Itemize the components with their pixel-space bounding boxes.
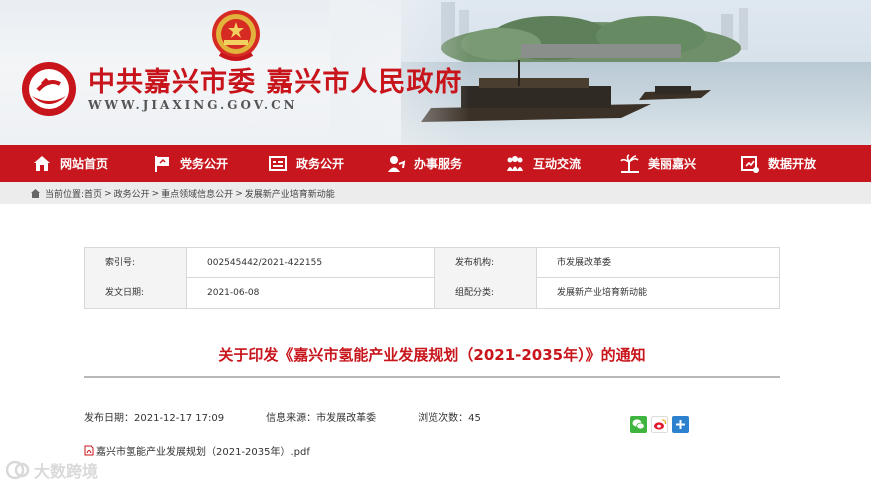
- index-label: 索引号:: [85, 248, 187, 278]
- nav-item-home[interactable]: 网站首页: [32, 145, 108, 182]
- attachment-link[interactable]: 嘉兴市氢能产业发展规划（2021-2035年）.pdf: [84, 443, 310, 458]
- document-info-table: 索引号: 002545442/2021-422155 发布机构: 市发展改革委 …: [84, 247, 780, 309]
- publisher-label: 发布机构:: [435, 248, 537, 278]
- views-label: 浏览次数：: [418, 413, 469, 424]
- publisher-value: 市发展改革委: [557, 258, 612, 268]
- category-label: 组配分类:: [435, 278, 537, 308]
- gov-open-icon: [269, 155, 287, 171]
- breadcrumb-link-home[interactable]: 首页: [84, 187, 102, 200]
- wechat-icon: [632, 419, 645, 430]
- share-buttons: [630, 416, 689, 433]
- nav-item-scenery[interactable]: 美丽嘉兴: [620, 145, 696, 182]
- interaction-icon: [507, 155, 523, 171]
- nav-item-label: 网站首页: [60, 157, 109, 171]
- more-share-icon: [676, 420, 685, 429]
- site-title: 中共嘉兴市委 嘉兴市人民政府: [88, 67, 463, 98]
- source-group: 信息来源：市发展改革委: [266, 409, 376, 424]
- share-weibo-button[interactable]: [651, 416, 668, 433]
- breadcrumb: 当前位置: 首页 > 政务公开 > 重点领域信息公开 > 发展新产业培育新动能: [30, 187, 335, 200]
- article-meta: 发布日期：2021-12-17 17:09 信息来源：市发展改革委 浏览次数：4…: [84, 409, 523, 424]
- date-label: 发文日期:: [85, 278, 187, 308]
- nav-item-label: 美丽嘉兴: [648, 157, 697, 171]
- watermark: 大数跨境: [6, 458, 98, 482]
- publish-date-label: 发布日期：: [84, 413, 134, 424]
- nav-item-party-affairs[interactable]: 党务公开: [152, 145, 228, 182]
- breadcrumb-separator: >: [104, 188, 112, 199]
- site-banner: 中共嘉兴市委 嘉兴市人民政府 WWW.JIAXING.GOV.CN: [0, 0, 871, 145]
- pdf-icon: [84, 445, 94, 456]
- views-group: 浏览次数：45: [418, 409, 481, 424]
- info-row: 索引号: 002545442/2021-422155 发布机构: 市发展改革委: [85, 248, 779, 278]
- breadcrumb-prefix: 当前位置:: [45, 190, 85, 200]
- weibo-icon: [653, 419, 666, 430]
- scenery-icon: [620, 153, 639, 173]
- main-nav: 网站首页 党务公开 政务公开 办事服务 互动交流 美丽嘉兴 数据开放: [0, 145, 871, 182]
- nav-item-services[interactable]: 办事服务: [386, 145, 462, 182]
- breadcrumb-link-key-areas[interactable]: 重点领域信息公开: [161, 187, 233, 200]
- national-emblem-icon: [212, 10, 260, 61]
- info-row: 发文日期: 2021-06-08 组配分类: 发展新产业培育新动能: [85, 278, 779, 308]
- index-value: 002545442/2021-422155: [187, 248, 435, 278]
- service-icon: [388, 155, 406, 172]
- title-divider: [84, 376, 780, 378]
- nav-item-gov-affairs[interactable]: 政务公开: [268, 145, 344, 182]
- nav-item-open-data[interactable]: 数据开放: [740, 145, 816, 182]
- breadcrumb-link-new-industry[interactable]: 发展新产业培育新动能: [245, 187, 335, 200]
- article-title: 关于印发《嘉兴市氢能产业发展规划（2021-2035年）》的通知: [218, 346, 646, 364]
- nav-item-label: 党务公开: [180, 157, 229, 171]
- share-wechat-button[interactable]: [630, 416, 647, 433]
- attachment-filename: 嘉兴市氢能产业发展规划（2021-2035年）.pdf: [96, 447, 310, 458]
- breadcrumb-separator: >: [235, 188, 243, 199]
- nav-item-label: 互动交流: [533, 157, 582, 171]
- nav-item-label: 政务公开: [296, 157, 345, 171]
- publish-date-value: 2021-12-17 17:09: [134, 413, 225, 424]
- data-open-icon: [741, 155, 759, 173]
- publish-date-group: 发布日期：2021-12-17 17:09: [84, 409, 224, 424]
- home-icon: [34, 155, 50, 171]
- category-value: 发展新产业培育新动能: [557, 288, 648, 298]
- breadcrumb-separator: >: [151, 188, 160, 199]
- party-logo-icon: [22, 62, 76, 116]
- source-value: 市发展改革委: [316, 413, 377, 424]
- party-flag-icon: [155, 155, 169, 172]
- nav-item-interaction[interactable]: 互动交流: [505, 145, 581, 182]
- source-label: 信息来源：: [266, 413, 317, 424]
- breadcrumb-bar: 当前位置: 首页 > 政务公开 > 重点领域信息公开 > 发展新产业培育新动能: [0, 182, 871, 204]
- nav-item-label: 数据开放: [768, 157, 817, 171]
- banner-photo: [401, 0, 871, 145]
- watermark-logo-icon: [6, 460, 30, 480]
- nav-item-label: 办事服务: [414, 157, 463, 171]
- date-value: 2021-06-08: [187, 278, 435, 308]
- share-more-button[interactable]: [672, 416, 689, 433]
- watermark-text: 大数跨境: [34, 462, 99, 481]
- breadcrumb-link-gov-affairs[interactable]: 政务公开: [114, 187, 150, 200]
- site-url: WWW.JIAXING.GOV.CN: [88, 98, 298, 112]
- location-home-icon: [31, 189, 40, 198]
- views-value: 45: [468, 413, 481, 424]
